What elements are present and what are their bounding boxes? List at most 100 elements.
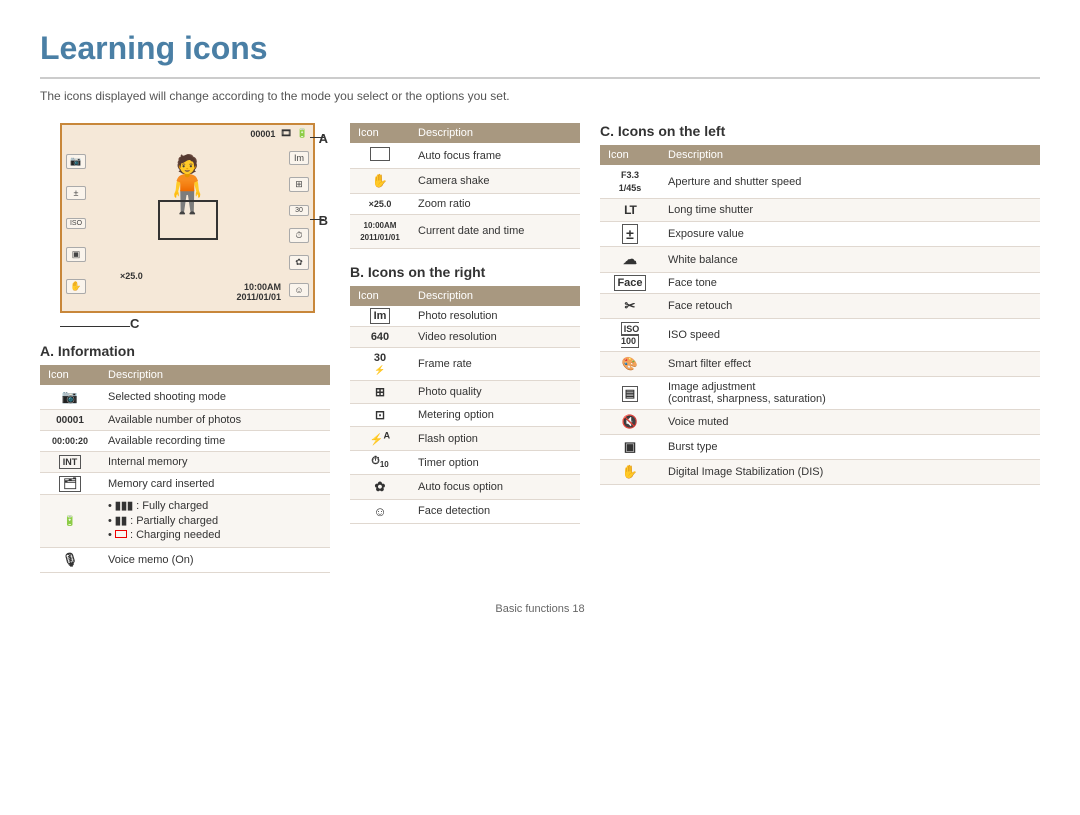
table-row: ✋ Digital Image Stabilization (DIS) — [600, 460, 1040, 485]
col-icon-info: Icon — [350, 123, 410, 143]
row-desc: Photo quality — [410, 380, 580, 403]
table-row: 00001 Available number of photos — [40, 410, 330, 431]
row-icon: ⏱10 — [350, 451, 410, 474]
row-icon: ⊞ — [350, 380, 410, 403]
row-desc: Face retouch — [660, 294, 1040, 319]
row-icon: Face — [600, 273, 660, 294]
table-row: ▣ Burst type — [600, 435, 1040, 460]
table-row: 🗂 Memory card inserted — [40, 473, 330, 495]
row-icon: 🎨 — [600, 352, 660, 377]
arrow-c — [60, 326, 130, 327]
row-desc: Available recording time — [100, 431, 330, 452]
row-icon: 🔇 — [600, 410, 660, 435]
row-icon: ± — [600, 222, 660, 247]
row-desc: Auto focus frame — [410, 143, 580, 169]
row-icon: 🗂 — [40, 473, 100, 495]
row-icon: 30⚡ — [350, 347, 410, 380]
row-desc: Digital Image Stabilization (DIS) — [660, 460, 1040, 485]
row-icon: ✋ — [600, 460, 660, 485]
row-desc: Image adjustment(contrast, sharpness, sa… — [660, 377, 1040, 410]
table-row: 10:00AM2011/01/01 Current date and time — [350, 215, 580, 249]
row-desc: Voice memo (On) — [100, 548, 330, 573]
row-desc: Memory card inserted — [100, 473, 330, 495]
col-desc-info: Description — [410, 123, 580, 143]
row-icon: F3.31/45s — [600, 165, 660, 199]
row-icon — [350, 143, 410, 169]
section-b-title: B. Icons on the right — [350, 264, 580, 280]
row-desc: • ▮▮▮ : Fully charged • ▮▮ : Partially c… — [100, 495, 330, 548]
row-desc: Face tone — [660, 273, 1040, 294]
camera-center: 🧍 ×25.0 10:00AM 2011/01/01 — [90, 142, 285, 306]
table-row: ⊞ Photo quality — [350, 380, 580, 403]
table-row: 🔋 • ▮▮▮ : Fully charged • ▮▮ : Partially… — [40, 495, 330, 548]
row-icon: LT — [600, 199, 660, 222]
table-row: 🎨 Smart filter effect — [600, 352, 1040, 377]
row-desc: Zoom ratio — [410, 194, 580, 215]
col-desc-a: Description — [100, 365, 330, 385]
section-b: B. Icons on the right Icon Description I… — [350, 264, 580, 524]
row-desc: Frame rate — [410, 347, 580, 380]
row-desc: Flash option — [410, 426, 580, 451]
section-a-table: Icon Description 📷 Selected shooting mod… — [40, 365, 330, 573]
row-desc: Voice muted — [660, 410, 1040, 435]
row-desc: White balance — [660, 247, 1040, 273]
info-table: Icon Description Auto focus frame ✋ Came… — [350, 123, 580, 249]
table-row: ⏱10 Timer option — [350, 451, 580, 474]
table-row: F3.31/45s Aperture and shutter speed — [600, 165, 1040, 199]
zoom-indicator: ×25.0 — [120, 271, 143, 281]
table-row: LT Long time shutter — [600, 199, 1040, 222]
camera-right-icons: Im ⊞ 30 ⏱ ✿ ☺ — [285, 142, 313, 306]
section-c: C. Icons on the left Icon Description F3… — [600, 123, 1040, 485]
table-row: ▤ Image adjustment(contrast, sharpness, … — [600, 377, 1040, 410]
table-row: Im Photo resolution — [350, 306, 580, 327]
table-row: ⊡ Metering option — [350, 403, 580, 426]
row-icon: ✿ — [350, 474, 410, 499]
arrow-a — [310, 137, 324, 138]
table-row: ⚡A Flash option — [350, 426, 580, 451]
page-title: Learning icons — [40, 30, 1040, 79]
col-desc-b: Description — [410, 286, 580, 306]
table-row: 30⚡ Frame rate — [350, 347, 580, 380]
camera-top-bar: 00001 🎞 🔋 — [62, 125, 313, 142]
table-row: 🎙 Voice memo (On) — [40, 548, 330, 573]
table-row: ✿ Auto focus option — [350, 474, 580, 499]
section-a: A. Information Icon Description 📷 Select… — [40, 343, 330, 573]
table-row: ☺ Face detection — [350, 499, 580, 523]
row-icon: 10:00AM2011/01/01 — [350, 215, 410, 249]
table-row: ✂ Face retouch — [600, 294, 1040, 319]
row-icon: 🎙 — [40, 548, 100, 573]
table-row: ×25.0 Zoom ratio — [350, 194, 580, 215]
row-desc: Auto focus option — [410, 474, 580, 499]
table-row: ✋ Camera shake — [350, 169, 580, 194]
section-a-title: A. Information — [40, 343, 330, 359]
row-desc: Metering option — [410, 403, 580, 426]
label-a: A — [319, 131, 328, 146]
row-desc: Exposure value — [660, 222, 1040, 247]
label-c: C — [130, 316, 139, 331]
page-footer: Basic functions 18 — [40, 603, 1040, 615]
row-desc: Current date and time — [410, 215, 580, 249]
row-desc: Burst type — [660, 435, 1040, 460]
row-desc: Timer option — [410, 451, 580, 474]
row-icon: ▣ — [600, 435, 660, 460]
camera-screen: 00001 🎞 🔋 📷 ± ISO ▣ ✋ — [60, 123, 315, 313]
row-desc: Selected shooting mode — [100, 385, 330, 410]
row-icon: ☺ — [350, 499, 410, 523]
row-icon: ×25.0 — [350, 194, 410, 215]
row-desc: Camera shake — [410, 169, 580, 194]
section-c-title: C. Icons on the left — [600, 123, 1040, 139]
row-icon: 🔋 — [40, 495, 100, 548]
col-desc-c: Description — [660, 145, 1040, 165]
table-row: INT Internal memory — [40, 452, 330, 473]
table-row: 📷 Selected shooting mode — [40, 385, 330, 410]
focus-rect — [158, 200, 218, 240]
row-desc: Aperture and shutter speed — [660, 165, 1040, 199]
row-desc: Photo resolution — [410, 306, 580, 327]
row-icon: ▤ — [600, 377, 660, 410]
table-row: 🔇 Voice muted — [600, 410, 1040, 435]
row-desc: Face detection — [410, 499, 580, 523]
label-b: B — [319, 213, 328, 228]
row-icon: 00:00:20 — [40, 431, 100, 452]
table-row: Face Face tone — [600, 273, 1040, 294]
row-icon: ⊡ — [350, 403, 410, 426]
